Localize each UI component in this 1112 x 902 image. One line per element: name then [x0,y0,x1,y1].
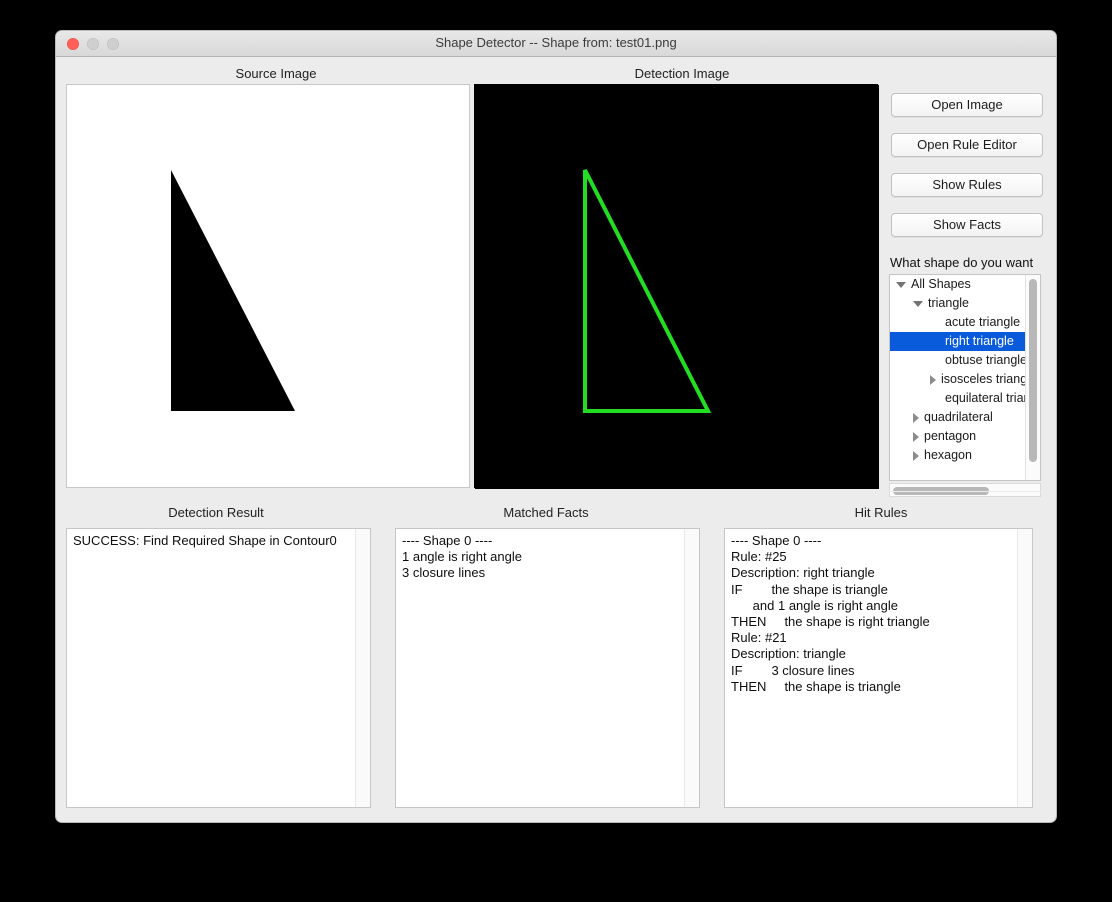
matched-facts-label: Matched Facts [503,505,589,520]
tree-item-label: hexagon [924,448,972,463]
source-shape-svg [171,170,295,411]
chevron-right-icon[interactable] [913,412,919,423]
window-title: Shape Detector -- Shape from: test01.png [435,35,677,50]
shape-tree-horizontal-scrollbar[interactable] [889,483,1041,497]
source-image-view[interactable] [66,84,470,488]
scrollbar-thumb[interactable] [1029,279,1037,462]
tree-item-isosceles-triangle[interactable]: isosceles triangle [890,370,1026,389]
tree-item-label: triangle [928,296,969,311]
detection-result-scrollbar[interactable] [355,529,370,807]
tree-item-label: quadrilateral [924,410,993,425]
detection-image-view[interactable] [474,84,879,489]
tree-item-obtuse-triangle[interactable]: obtuse triangle [890,351,1026,370]
tree-item-acute-triangle[interactable]: acute triangle [890,313,1026,332]
hit-rules-box[interactable]: ---- Shape 0 ---- Rule: #25 Description:… [724,528,1033,808]
show-rules-button[interactable]: Show Rules [891,173,1043,197]
tree-item-quadrilateral[interactable]: quadrilateral [890,408,1026,427]
tree-item-label: isosceles triangle [941,372,1026,387]
chevron-right-icon[interactable] [913,431,919,442]
hit-rules-text: ---- Shape 0 ---- Rule: #25 Description:… [731,533,930,694]
shape-tree-rows[interactable]: All Shapes triangle acute triangle right tr… [890,275,1026,480]
tree-item-pentagon[interactable]: pentagon [890,427,1026,446]
tree-item-label: pentagon [924,429,977,444]
hit-rules-scrollbar[interactable] [1017,529,1032,807]
chevron-right-icon[interactable] [913,450,919,461]
detection-result-text: SUCCESS: Find Required Shape in Contour0 [73,533,337,548]
tree-item-equilateral-triangle[interactable]: equilateral triangle [890,389,1026,408]
detection-result-box[interactable]: SUCCESS: Find Required Shape in Contour0 [66,528,371,808]
shape-tree[interactable]: All Shapes triangle acute triangle right tr… [889,274,1041,481]
chevron-down-icon[interactable] [913,300,923,307]
tree-item-All-Shapes[interactable]: All Shapes [890,275,1026,294]
open-rule-editor-button[interactable]: Open Rule Editor [891,133,1043,157]
tree-item-label: All Shapes [911,277,971,292]
tree-item-hexagon[interactable]: hexagon [890,446,1026,465]
matched-facts-box[interactable]: ---- Shape 0 ---- 1 angle is right angle… [395,528,700,808]
tree-item-label: equilateral triangle [945,391,1026,406]
tree-spacer-icon [930,322,940,323]
tree-spacer-icon [930,341,940,342]
section-divider [56,491,1056,492]
tree-spacer-icon [930,360,940,361]
app-window: Shape Detector -- Shape from: test01.png… [56,31,1056,822]
chevron-right-icon[interactable] [930,374,936,385]
title-bar[interactable]: Shape Detector -- Shape from: test01.png [56,31,1056,57]
tree-item-label: obtuse triangle [945,353,1026,368]
detection-result-label: Detection Result [168,505,264,520]
matched-facts-text: ---- Shape 0 ---- 1 angle is right angle… [402,533,522,581]
hit-rules-label: Hit Rules [854,505,908,520]
tree-item-label: acute triangle [945,315,1021,330]
source-image-label: Source Image [235,66,317,81]
detection-shape-svg [475,85,879,489]
tree-item-right-triangle[interactable]: right triangle [890,332,1026,351]
matched-facts-scrollbar[interactable] [684,529,699,807]
tree-spacer-icon [930,398,940,399]
chevron-down-icon[interactable] [896,281,906,288]
open-image-button[interactable]: Open Image [891,93,1043,117]
show-facts-button[interactable]: Show Facts [891,213,1043,237]
tree-item-triangle[interactable]: triangle [890,294,1026,313]
shape-selector-label: What shape do you want [890,255,1034,270]
detection-image-label: Detection Image [634,66,730,81]
tree-item-label: right triangle [945,334,1014,349]
shape-tree-vertical-scrollbar[interactable] [1025,275,1040,480]
